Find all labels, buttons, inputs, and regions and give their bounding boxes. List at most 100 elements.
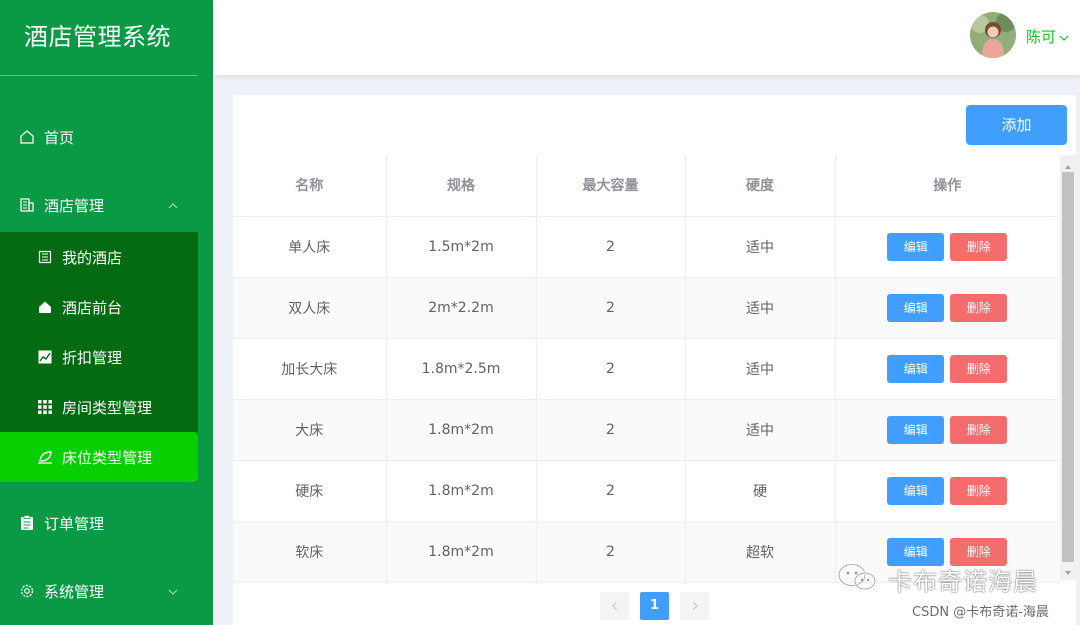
divider bbox=[0, 75, 198, 76]
chart-icon bbox=[37, 349, 53, 365]
submenu-item-label: 房间类型管理 bbox=[62, 398, 153, 417]
avatar[interactable] bbox=[970, 12, 1016, 58]
cell-capacity: 2 bbox=[536, 216, 686, 278]
hotel-icon bbox=[37, 249, 53, 265]
grid-icon bbox=[37, 399, 53, 415]
cell-hardness: 硬 bbox=[685, 460, 836, 522]
cell-spec: 1.8m*2m bbox=[386, 521, 537, 583]
pagination-prev-button[interactable] bbox=[600, 592, 629, 620]
pagination-page-current[interactable]: 1 bbox=[640, 592, 669, 620]
sidebar: 酒店管理系统 首页 酒店管理 我的酒店 酒店前台 折扣管理 房间类型管理 床位类… bbox=[0, 0, 213, 625]
sidebar-item-label: 首页 bbox=[44, 128, 75, 147]
cell-spec: 1.8m*2.5m bbox=[386, 338, 537, 400]
sidebar-item-bed-types[interactable]: 床位类型管理 bbox=[0, 432, 198, 482]
submenu-hotel-management: 我的酒店 酒店前台 折扣管理 房间类型管理 床位类型管理 bbox=[0, 232, 198, 482]
csdn-watermark: CSDN @卡布奇诺-海晨 bbox=[912, 605, 1049, 620]
gear-icon bbox=[18, 582, 36, 600]
edit-button[interactable]: 编辑 bbox=[887, 476, 945, 505]
cell-spec: 1.8m*2m bbox=[386, 399, 537, 461]
cell-hardness: 适中 bbox=[685, 216, 836, 278]
add-button[interactable]: 添加 bbox=[966, 105, 1067, 145]
app-title: 酒店管理系统 bbox=[24, 23, 171, 51]
cell-actions: 编辑 删除 bbox=[835, 460, 1059, 522]
watermark-text: 卡布奇诺海晨 bbox=[888, 568, 1038, 596]
user-name[interactable]: 陈可 bbox=[1026, 26, 1056, 47]
cell-name: 加长大床 bbox=[233, 338, 387, 400]
cell-hardness: 适中 bbox=[685, 338, 836, 400]
chevron-down-icon bbox=[168, 583, 178, 601]
table-row: 单人床 1.5m*2m 2 适中 编辑 删除 bbox=[233, 216, 1059, 278]
submenu-item-label: 折扣管理 bbox=[62, 348, 123, 367]
scroll-up-icon[interactable] bbox=[1060, 158, 1076, 170]
cell-hardness: 适中 bbox=[685, 277, 836, 339]
bed-type-table: 名称 规格 最大容量 硬度 操作 单人床 1.5m*2m 2 适中 编辑 删除 双… bbox=[233, 155, 1059, 583]
cell-hardness: 超软 bbox=[685, 521, 836, 583]
sidebar-item-home[interactable]: 首页 bbox=[0, 112, 198, 162]
column-header-capacity: 最大容量 bbox=[536, 155, 686, 217]
cell-capacity: 2 bbox=[536, 277, 686, 339]
submenu-item-label: 酒店前台 bbox=[62, 298, 123, 317]
column-header-spec: 规格 bbox=[386, 155, 537, 217]
sidebar-item-room-types[interactable]: 房间类型管理 bbox=[0, 382, 198, 432]
edit-button[interactable]: 编辑 bbox=[887, 354, 945, 383]
top-header bbox=[213, 0, 1080, 75]
sidebar-item-orders[interactable]: 订单管理 bbox=[0, 498, 198, 548]
submenu-item-label: 床位类型管理 bbox=[62, 448, 153, 467]
chevron-right-icon bbox=[692, 602, 698, 610]
scroll-down-icon[interactable] bbox=[1060, 564, 1076, 576]
chevron-left-icon bbox=[611, 602, 617, 610]
sidebar-item-label: 订单管理 bbox=[44, 514, 105, 533]
table-row: 加长大床 1.8m*2.5m 2 适中 编辑 删除 bbox=[233, 338, 1059, 400]
sidebar-item-system[interactable]: 系统管理 bbox=[0, 566, 198, 616]
cell-capacity: 2 bbox=[536, 338, 686, 400]
sidebar-item-hotel-management[interactable]: 酒店管理 bbox=[0, 180, 198, 230]
cell-name: 单人床 bbox=[233, 216, 387, 278]
table-row: 硬床 1.8m*2m 2 硬 编辑 删除 bbox=[233, 460, 1059, 522]
cell-capacity: 2 bbox=[536, 460, 686, 522]
column-header-actions: 操作 bbox=[835, 155, 1059, 217]
cell-name: 软床 bbox=[233, 521, 387, 583]
cell-actions: 编辑 删除 bbox=[835, 399, 1059, 461]
delete-button[interactable]: 删除 bbox=[950, 415, 1008, 444]
sidebar-item-discount[interactable]: 折扣管理 bbox=[0, 332, 198, 382]
building-icon bbox=[18, 196, 36, 214]
scrollbar-thumb[interactable] bbox=[1062, 172, 1074, 562]
leaf-icon bbox=[37, 449, 53, 465]
pagination-next-button[interactable] bbox=[680, 592, 709, 620]
cell-hardness: 适中 bbox=[685, 399, 836, 461]
clipboard-icon bbox=[18, 514, 36, 532]
sidebar-item-my-hotel[interactable]: 我的酒店 bbox=[0, 232, 198, 282]
cell-spec: 1.5m*2m bbox=[386, 216, 537, 278]
cell-spec: 1.8m*2m bbox=[386, 460, 537, 522]
table-row: 双人床 2m*2.2m 2 适中 编辑 删除 bbox=[233, 277, 1059, 339]
table-row: 大床 1.8m*2m 2 适中 编辑 删除 bbox=[233, 399, 1059, 461]
wechat-logo-icon bbox=[836, 562, 880, 592]
cell-actions: 编辑 删除 bbox=[835, 277, 1059, 339]
cell-actions: 编辑 删除 bbox=[835, 338, 1059, 400]
sidebar-item-front-desk[interactable]: 酒店前台 bbox=[0, 282, 198, 332]
cell-name: 大床 bbox=[233, 399, 387, 461]
chevron-down-icon[interactable] bbox=[1059, 28, 1069, 47]
home-icon bbox=[18, 128, 36, 146]
sidebar-item-label: 酒店管理 bbox=[44, 196, 105, 215]
sidebar-item-label: 系统管理 bbox=[44, 582, 105, 601]
cell-name: 硬床 bbox=[233, 460, 387, 522]
cell-actions: 编辑 删除 bbox=[835, 216, 1059, 278]
house-icon bbox=[37, 299, 53, 315]
cell-capacity: 2 bbox=[536, 399, 686, 461]
column-header-hardness: 硬度 bbox=[685, 155, 836, 217]
column-header-name: 名称 bbox=[233, 155, 387, 217]
cell-name: 双人床 bbox=[233, 277, 387, 339]
table-header-row: 名称 规格 最大容量 硬度 操作 bbox=[233, 155, 1059, 217]
submenu-item-label: 我的酒店 bbox=[62, 248, 123, 267]
edit-button[interactable]: 编辑 bbox=[887, 415, 945, 444]
cell-capacity: 2 bbox=[536, 521, 686, 583]
chevron-up-icon bbox=[168, 197, 178, 215]
delete-button[interactable]: 删除 bbox=[950, 232, 1008, 261]
delete-button[interactable]: 删除 bbox=[950, 476, 1008, 505]
cell-spec: 2m*2.2m bbox=[386, 277, 537, 339]
edit-button[interactable]: 编辑 bbox=[887, 232, 945, 261]
edit-button[interactable]: 编辑 bbox=[887, 293, 945, 322]
delete-button[interactable]: 删除 bbox=[950, 293, 1008, 322]
delete-button[interactable]: 删除 bbox=[950, 354, 1008, 383]
